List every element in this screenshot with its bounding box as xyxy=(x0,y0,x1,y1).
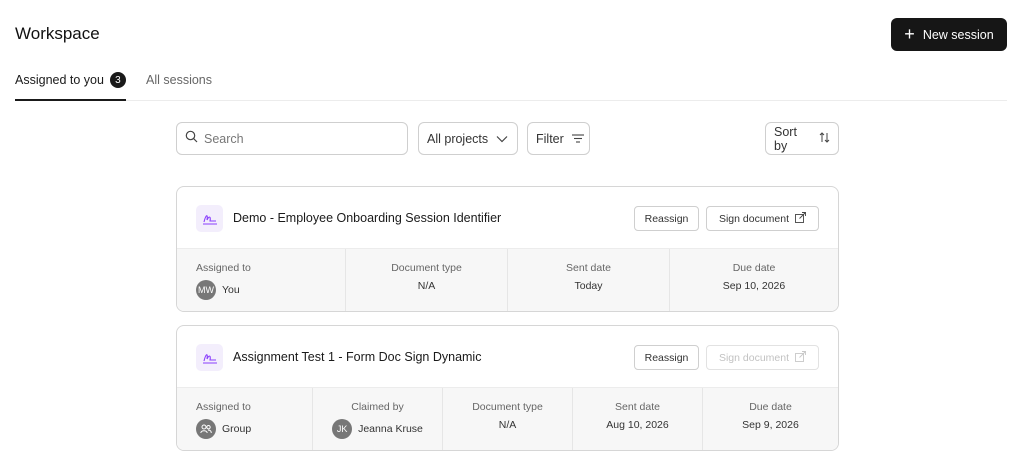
meta-label: Assigned to xyxy=(196,401,251,413)
reassign-button[interactable]: Reassign xyxy=(634,206,699,231)
filter-label: Filter xyxy=(536,131,564,146)
meta-value: Sep 10, 2026 xyxy=(722,280,786,292)
external-link-icon xyxy=(795,350,806,365)
meta-document-type: Document type N/A xyxy=(443,388,573,450)
card-title: Demo - Employee Onboarding Session Ident… xyxy=(233,211,502,225)
new-session-label: New session xyxy=(922,27,994,42)
tab-assigned-to-you[interactable]: Assigned to you 3 xyxy=(15,70,126,101)
search-box xyxy=(176,122,408,155)
card-title: Assignment Test 1 - Form Doc Sign Dynami… xyxy=(233,350,482,364)
meta-label: Sent date xyxy=(615,401,660,413)
meta-label: Sent date xyxy=(566,262,611,274)
sort-button[interactable]: Sort by xyxy=(765,122,839,155)
reassign-label: Reassign xyxy=(644,351,689,364)
meta-assigned-to: Assigned to MW You xyxy=(177,249,346,311)
meta-value: Sep 9, 2026 xyxy=(742,419,799,431)
reassign-label: Reassign xyxy=(644,212,689,225)
toolbar: All projects Filter Sort by xyxy=(176,122,839,155)
meta-due-date: Due date Sep 9, 2026 xyxy=(703,388,838,450)
meta-label: Due date xyxy=(732,262,776,274)
meta-value-row: JK Jeanna Kruse xyxy=(313,419,442,439)
signature-icon xyxy=(196,344,223,371)
plus-icon: + xyxy=(904,23,915,44)
meta-label: Document type xyxy=(391,262,462,274)
tab-bar: Assigned to you 3 All sessions xyxy=(15,70,1007,101)
page-title: Workspace xyxy=(15,24,100,43)
card-meta: Assigned to MW You Document type N/A Sen… xyxy=(177,249,838,311)
session-card[interactable]: Demo - Employee Onboarding Session Ident… xyxy=(176,186,839,312)
meta-value: Group xyxy=(222,423,252,435)
meta-document-type: Document type N/A xyxy=(346,249,508,311)
projects-dropdown[interactable]: All projects xyxy=(418,122,518,155)
external-link-icon xyxy=(795,211,806,226)
meta-value: Aug 10, 2026 xyxy=(606,419,669,431)
meta-value: Today xyxy=(574,280,603,292)
meta-label: Assigned to xyxy=(196,262,251,274)
session-card[interactable]: Assignment Test 1 - Form Doc Sign Dynami… xyxy=(176,325,839,451)
meta-value-row: MW You xyxy=(196,280,364,300)
sort-arrows-icon xyxy=(819,131,830,146)
sign-document-button[interactable]: Sign document xyxy=(706,206,819,231)
card-header: Demo - Employee Onboarding Session Ident… xyxy=(177,187,838,249)
avatar: JK xyxy=(332,419,353,439)
sign-document-button: Sign document xyxy=(706,345,819,370)
tab-label: All sessions xyxy=(146,73,212,87)
meta-value: N/A xyxy=(417,280,436,292)
new-session-button[interactable]: + New session xyxy=(891,18,1007,51)
meta-claimed-by: Claimed by JK Jeanna Kruse xyxy=(313,388,443,450)
meta-label: Document type xyxy=(472,401,543,413)
meta-value-row: Group xyxy=(196,419,331,439)
meta-label: Due date xyxy=(749,401,792,413)
sign-label: Sign document xyxy=(718,212,790,225)
meta-value: Jeanna Kruse xyxy=(358,423,423,435)
reassign-button[interactable]: Reassign xyxy=(634,345,699,370)
projects-label: All projects xyxy=(427,131,489,146)
sign-label: Sign document xyxy=(718,351,790,364)
meta-label: Claimed by xyxy=(351,401,404,413)
signature-icon xyxy=(196,205,223,232)
count-badge: 3 xyxy=(109,72,126,88)
meta-value: You xyxy=(222,284,240,296)
meta-value: N/A xyxy=(498,419,517,431)
card-header: Assignment Test 1 - Form Doc Sign Dynami… xyxy=(177,326,838,388)
tab-label: Assigned to you xyxy=(15,73,104,87)
avatar: MW xyxy=(196,280,216,300)
sort-label: Sort by xyxy=(774,124,797,153)
meta-due-date: Due date Sep 10, 2026 xyxy=(670,249,838,311)
meta-assigned-to: Assigned to Group xyxy=(177,388,313,450)
tab-all-sessions[interactable]: All sessions xyxy=(146,70,212,101)
search-icon xyxy=(185,130,198,148)
filter-icon xyxy=(571,132,584,146)
meta-sent-date: Sent date Today xyxy=(508,249,670,311)
meta-sent-date: Sent date Aug 10, 2026 xyxy=(573,388,703,450)
search-input[interactable] xyxy=(204,131,394,146)
card-meta: Assigned to Group Claimed by JK Jeanna K… xyxy=(177,388,838,450)
group-icon xyxy=(196,419,216,439)
filter-button[interactable]: Filter xyxy=(527,122,590,155)
chevron-down-icon xyxy=(496,132,508,146)
